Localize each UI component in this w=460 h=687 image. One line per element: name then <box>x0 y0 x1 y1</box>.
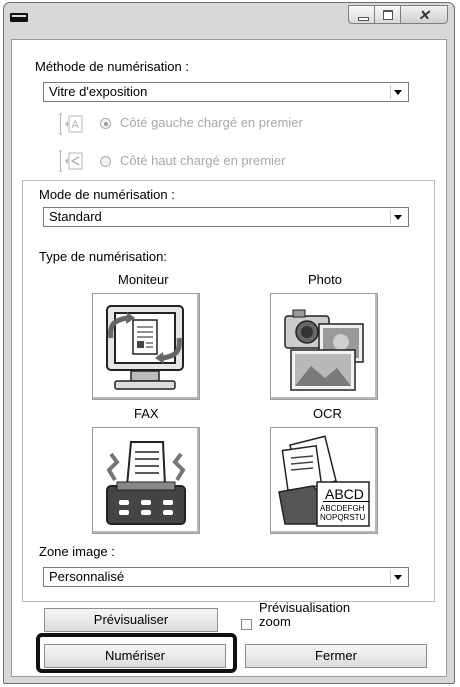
fax-icon <box>106 441 186 525</box>
chevron-down-icon <box>390 570 406 584</box>
scan-method-value: Vitre d'exposition <box>49 84 148 99</box>
minimize-button[interactable] <box>348 5 375 24</box>
scan-method-select[interactable]: Vitre d'exposition <box>43 82 409 102</box>
chevron-down-icon <box>390 210 406 224</box>
dialog-client-area: Méthode de numérisation : Vitre d'exposi… <box>11 39 447 677</box>
scan-mode-value: Standard <box>49 209 102 224</box>
maximize-icon <box>383 10 393 20</box>
top-side-first-icon <box>57 150 85 172</box>
scan-button-highlight <box>36 633 237 673</box>
scan-method-label: Méthode de numérisation : <box>35 59 189 74</box>
minimize-icon <box>358 17 369 21</box>
image-zone-value: Personnalisé <box>49 569 125 584</box>
close-button[interactable]: Fermer <box>245 644 427 668</box>
scan-type-photo-button[interactable] <box>270 293 378 400</box>
scanner-dialog-window: ✕ Méthode de numérisation : Vitre d'expo… <box>3 2 455 684</box>
left-side-first-label: Côté gauche chargé en premier <box>120 115 303 130</box>
radio-left-side-first[interactable] <box>100 118 111 129</box>
tile-fax-label: FAX <box>134 406 159 421</box>
tile-ocr-label: OCR <box>313 406 342 421</box>
svg-text:A: A <box>72 119 80 131</box>
left-side-first-icon: A <box>57 113 85 135</box>
ocr-sample-divider <box>323 501 369 502</box>
tile-monitor-label: Moniteur <box>118 272 169 287</box>
photo-icon <box>284 309 364 391</box>
scan-type-fax-button[interactable] <box>92 427 200 534</box>
scan-mode-label: Mode de numérisation : <box>39 187 175 202</box>
scan-mode-select[interactable]: Standard <box>43 207 409 227</box>
ocr-sample-line2: NOPQRSTU <box>320 513 366 522</box>
preview-button[interactable]: Prévisualiser <box>44 608 218 632</box>
image-zone-label: Zone image : <box>39 544 115 559</box>
tile-photo-label: Photo <box>308 272 342 287</box>
monitor-icon <box>106 305 184 390</box>
radio-top-side-first[interactable] <box>100 156 111 167</box>
scan-type-ocr-button[interactable]: ABCD ABCDEFGH NOPQRSTU <box>270 427 378 534</box>
ocr-sample-big: ABCD <box>325 486 364 502</box>
title-bar: ✕ <box>4 3 454 33</box>
scan-type-monitor-button[interactable] <box>92 293 200 400</box>
close-window-button[interactable]: ✕ <box>401 5 448 24</box>
preview-zoom-label: Prévisualisation zoom <box>259 600 351 629</box>
chevron-down-icon <box>390 85 406 99</box>
preview-zoom-checkbox[interactable] <box>241 619 252 630</box>
ocr-sample-line1: ABCDEFGH <box>320 504 365 513</box>
close-icon: ✕ <box>418 7 430 23</box>
twain-app-icon <box>10 13 28 22</box>
scan-type-label: Type de numérisation: <box>39 249 167 264</box>
top-side-first-label: Côté haut chargé en premier <box>120 153 286 168</box>
maximize-button[interactable] <box>375 5 401 24</box>
image-zone-select[interactable]: Personnalisé <box>43 567 409 587</box>
